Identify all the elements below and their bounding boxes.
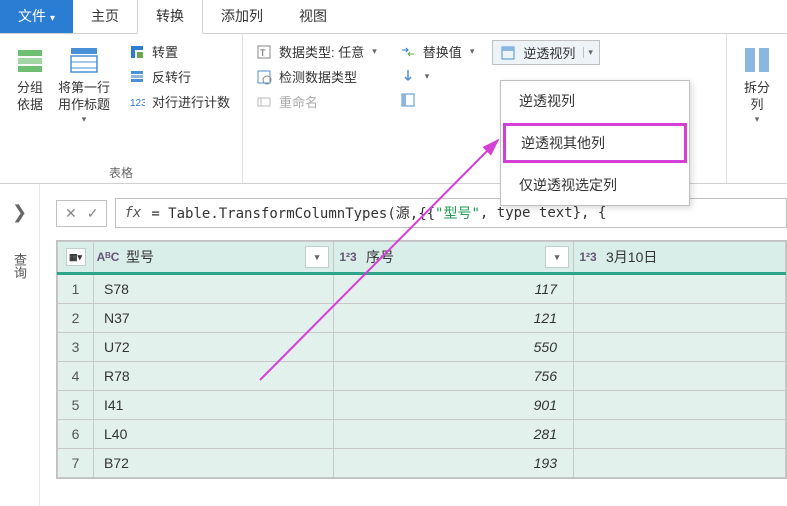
count-rows-button[interactable]: 123 对行进行计数 [124,90,234,113]
table-menu-icon[interactable]: ▦▾ [66,248,86,266]
chevron-down-icon: ▾ [583,47,593,58]
firstrow-label: 将第一行 用作标题 [58,80,110,114]
tab-addcolumn[interactable]: 添加列 [203,0,281,33]
detect-datatype-button[interactable]: 检测数据类型 [251,65,381,88]
column-header-serial[interactable]: 1²3 序号 ▾ [334,242,574,274]
queries-pane-label[interactable]: 查询 [10,253,29,279]
transpose-button[interactable]: 转置 [124,40,234,63]
content-area: ❯ 查询 ✕ ✓ fx = Table.TransformColumnTypes… [0,184,787,506]
reverse-rows-button[interactable]: 反转行 [124,65,234,88]
table-row: 6L40281 [58,420,786,449]
tab-home[interactable]: 主页 [73,0,137,33]
detect-label: 检测数据类型 [279,67,357,86]
dropdown-item-unpivot-other[interactable]: 逆透视其他列 [503,123,687,163]
type-number-icon: 1²3 [574,250,602,264]
table-row: 2N37121 [58,304,786,333]
datatype-button[interactable]: T 数据类型: 任意 ▾ [251,40,381,63]
groupby-icon [14,44,46,76]
rename-icon [255,93,273,111]
ribbon-group-split: 拆分 列 ▾ [727,34,787,183]
pivot-button[interactable] [395,89,479,111]
rename-button[interactable]: 重命名 [251,90,381,113]
column-header-model[interactable]: AᴮC 型号 ▾ [94,242,334,274]
column-name: 型号 [122,247,305,267]
table-header-icon [68,44,100,76]
column-name: 序号 [362,247,545,267]
rename-label: 重命名 [279,92,318,111]
formula-string: "型号" [435,203,480,223]
expand-queries-button[interactable]: ❯ [12,202,27,223]
chevron-down-icon: ▾ [82,114,87,125]
tab-file[interactable]: 文件 ▾ [0,0,73,33]
unpivot-icon [499,44,517,62]
tab-bar: 文件 ▾ 主页 转换 添加列 视图 [0,0,787,34]
pivot-icon [399,91,417,109]
chevron-down-icon: ▾ [372,46,377,57]
tab-file-label: 文件 [18,8,46,24]
tab-transform[interactable]: 转换 [137,0,203,34]
transpose-icon [128,43,146,61]
svg-text:T: T [260,48,266,58]
table-row: 1S78117 [58,274,786,304]
count-icon: 123 [128,93,146,111]
cancel-formula-icon[interactable]: ✕ [65,205,77,222]
formula-controls: ✕ ✓ [56,200,107,227]
dropdown-item-unpivot-selected[interactable]: 仅逆透视选定列 [501,165,689,205]
fill-icon [399,67,417,85]
datatype-label: 数据类型: 任意 [279,42,364,61]
filter-icon[interactable]: ▾ [545,246,569,268]
chevron-down-icon: ▾ [755,114,760,125]
datatype-icon: T [255,43,273,61]
table-body: 1S78117 2N37121 3U72550 4R78756 5I41901 … [58,274,786,478]
ribbon-group-table: 分组 依据 将第一行 用作标题 ▾ 转置 反转行 123 [0,34,243,183]
tab-view[interactable]: 视图 [281,0,345,33]
unpivot-dropdown: 逆透视列 逆透视其他列 仅逆透视选定列 [500,80,690,206]
data-grid: ▦▾ AᴮC 型号 ▾ 1²3 序号 ▾ [56,240,787,479]
table-row: 4R78756 [58,362,786,391]
firstrow-header-button[interactable]: 将第一行 用作标题 ▾ [52,40,116,129]
split-column-button[interactable]: 拆分 列 ▾ [735,40,779,129]
unpivot-button[interactable]: 逆透视列 ▾ [492,40,600,65]
fill-button[interactable]: ▾ [395,65,479,87]
table-row: 7B72193 [58,449,786,478]
fx-icon: fx [124,205,141,221]
count-label: 对行进行计数 [152,92,230,111]
chevron-down-icon: ▾ [470,46,475,57]
reverse-icon [128,68,146,86]
table-corner[interactable]: ▦▾ [58,242,94,274]
type-text-icon: AᴮC [94,250,122,264]
column-header-date[interactable]: 1²3 3月10日 [574,242,786,274]
formula-text-mid: , type text}, { [480,205,606,221]
table-row: 3U72550 [58,333,786,362]
type-number-icon: 1²3 [334,250,362,264]
replace-icon [399,43,417,61]
formula-text-prefix: = Table.TransformColumnTypes(源,{{ [151,203,435,223]
groupby-label: 分组 依据 [17,80,43,114]
left-rail: ❯ 查询 [0,184,40,506]
dropdown-item-unpivot[interactable]: 逆透视列 [501,81,689,121]
filter-icon[interactable]: ▾ [305,246,329,268]
split-label: 拆分 列 [744,80,770,114]
reverse-label: 反转行 [152,67,191,86]
chevron-down-icon: ▾ [425,71,430,82]
groupby-button[interactable]: 分组 依据 [8,40,52,118]
chevron-down-icon: ▾ [50,13,55,24]
group-table-label: 表格 [8,162,234,181]
column-name: 3月10日 [602,247,785,267]
commit-formula-icon[interactable]: ✓ [87,205,99,222]
transpose-label: 转置 [152,42,178,61]
unpivot-label: 逆透视列 [523,43,575,62]
table-row: 5I41901 [58,391,786,420]
detect-icon [255,68,273,86]
replace-values-button[interactable]: 替换值 ▾ [395,40,479,63]
svg-text:123: 123 [130,98,145,109]
split-icon [741,44,773,76]
replace-label: 替换值 [423,42,462,61]
